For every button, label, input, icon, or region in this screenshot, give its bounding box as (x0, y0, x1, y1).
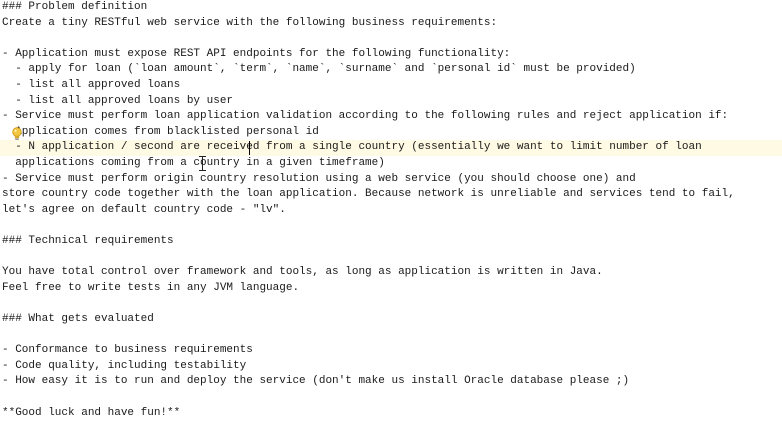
editor-line-22 (0, 328, 782, 344)
editor-line-23: - Conformance to business requirements (2, 344, 253, 357)
editor-line-19: Feel free to write tests in any JVM lang… (2, 281, 300, 294)
editor-line-4: - Application must expose REST API endpo… (2, 47, 511, 60)
editor-line-16: ### Technical requirements (2, 235, 174, 247)
editor-line-6: - list all approved loans (2, 79, 181, 91)
editor-line-3 (0, 31, 782, 47)
editor-line-5: - apply for loan (`loan amount`, `term`,… (2, 63, 636, 76)
editor-line-21: ### What gets evaluated (2, 313, 154, 325)
editor-line-13: store country code together with the loa… (2, 188, 735, 201)
mouse-ibeam-cursor (199, 156, 206, 171)
editor-line-24: - Code quality, including testability (2, 359, 247, 372)
lightbulb-icon[interactable] (11, 127, 23, 141)
text-caret (249, 141, 250, 155)
editor-line-27: **Good luck and have fun!** (2, 406, 181, 419)
editor-line-9: Application comes from blacklisted perso… (2, 125, 319, 138)
text-editor[interactable]: ### Problem definition Create a tiny RES… (0, 0, 782, 443)
editor-line-25: - How easy it is to run and deploy the s… (2, 375, 630, 388)
editor-line-26 (0, 390, 782, 406)
editor-line-20 (0, 296, 782, 312)
editor-line-14: let's agree on default country code - "l… (2, 203, 286, 216)
editor-line-17 (0, 250, 782, 266)
editor-line-7: - list all approved loans by user (2, 94, 234, 107)
editor-line-2: Create a tiny RESTful web service with t… (2, 16, 498, 29)
editor-line-18: You have total control over framework an… (2, 266, 603, 279)
editor-line-11: applications coming from a country in a … (2, 157, 385, 169)
editor-current-line: - N application / second are received fr… (0, 140, 782, 156)
editor-line-12: - Service must perform origin country re… (2, 172, 636, 185)
editor-line-8: - Service must perform loan application … (2, 110, 729, 123)
editor-line-15 (0, 218, 782, 234)
editor-line-1: ### Problem definition (2, 1, 148, 13)
